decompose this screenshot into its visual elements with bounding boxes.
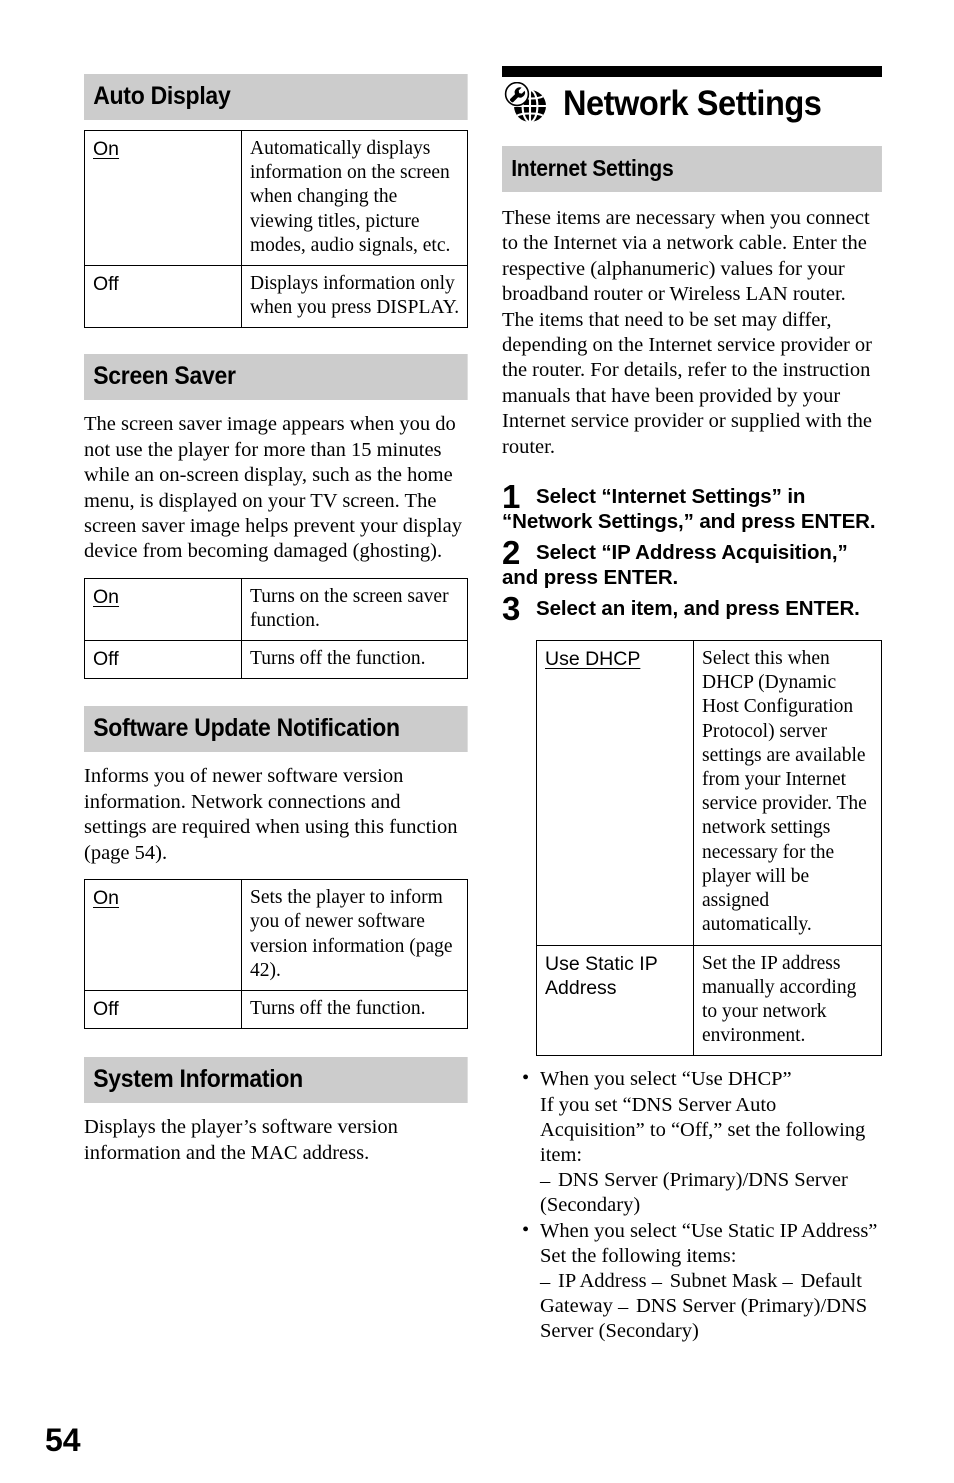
option-key: On bbox=[84, 129, 242, 267]
note-sub-item-text: IP Address bbox=[558, 1269, 647, 1292]
system-information-paragraph: Displays the player’s software version i… bbox=[84, 1116, 398, 1164]
option-value: Set the IP address manually according to… bbox=[693, 944, 882, 1057]
option-key: Use Static IP Address bbox=[536, 944, 694, 1057]
option-value: Sets the player to inform you of newer s… bbox=[241, 879, 468, 991]
step-number: 2 bbox=[502, 534, 521, 572]
note-sub-item: – Subnet Mask bbox=[651, 1269, 783, 1293]
option-key: On bbox=[84, 879, 242, 991]
option-value: Automatically displays information on th… bbox=[241, 129, 468, 267]
bullet-glyph: • bbox=[522, 1218, 530, 1241]
table-row: Use DHCP Select this when DHCP (Dynamic … bbox=[536, 640, 882, 946]
dash-glyph: – bbox=[540, 1170, 551, 1193]
table-row: Use Static IP Address Set the IP address… bbox=[536, 944, 882, 1057]
chapter-title: Network Settings bbox=[563, 83, 822, 123]
option-key: Use DHCP bbox=[536, 640, 694, 946]
page-number: 54 bbox=[45, 1422, 81, 1458]
globe-wrench-icon bbox=[502, 81, 554, 124]
table-row: Off Turns off the function. bbox=[84, 640, 468, 680]
section-auto-display: Auto Display On Automatically displays i… bbox=[84, 74, 469, 329]
section-heading-screen-saver: Screen Saver bbox=[84, 354, 469, 401]
chapter-title-block: Network Settings bbox=[502, 81, 882, 124]
option-value: Turns off the function. bbox=[241, 640, 468, 680]
dash-glyph: – bbox=[617, 1296, 629, 1319]
screen-saver-paragraph: The screen saver image appears when you … bbox=[84, 413, 462, 563]
table-row: On Turns on the screen saver function. bbox=[84, 577, 468, 642]
bullet-glyph: • bbox=[522, 1067, 530, 1090]
step-item: 1 Select “Internet Settings” in “Network… bbox=[502, 480, 882, 534]
auto-display-options-table: On Automatically displays information on… bbox=[84, 129, 468, 329]
section-heading-auto-display: Auto Display bbox=[84, 74, 469, 120]
note-sub-item-text: Subnet Mask bbox=[669, 1269, 778, 1292]
table-row: On Automatically displays information on… bbox=[84, 129, 468, 267]
notes-list: • When you select “Use DHCP” If you set … bbox=[522, 1067, 882, 1344]
note-body: Set the following items: bbox=[540, 1244, 737, 1267]
step-number: 3 bbox=[502, 590, 521, 628]
software-update-paragraph: Informs you of newer software version in… bbox=[84, 765, 458, 864]
note-sub-item: – DNS Server (Primary)/DNS Server (Secon… bbox=[540, 1169, 848, 1216]
ip-acquisition-options-table: Use DHCP Select this when DHCP (Dynamic … bbox=[536, 640, 882, 1057]
note-sub-item-text: DNS Server (Primary)/DNS Server (Seconda… bbox=[540, 1169, 848, 1217]
option-value: Displays information only when you press… bbox=[241, 265, 468, 329]
note-item: • When you select “Use Static IP Address… bbox=[522, 1219, 882, 1345]
dash-glyph: – bbox=[651, 1270, 663, 1293]
note-title: When you select “Use DHCP” bbox=[540, 1068, 792, 1091]
step-item: 3 Select an item, and press ENTER. bbox=[502, 592, 882, 630]
table-row: Off Displays information only when you p… bbox=[84, 265, 468, 329]
option-key: Off bbox=[84, 640, 242, 680]
step-text: Select an item, and press ENTER. bbox=[536, 597, 860, 621]
right-column: Network Settings Internet Settings These… bbox=[502, 66, 883, 1345]
option-key: Off bbox=[84, 265, 242, 329]
section-heading-software-update-notification: Software Update Notification bbox=[84, 706, 469, 753]
note-sub-item: – IP Address bbox=[540, 1269, 652, 1293]
dash-glyph: – bbox=[540, 1270, 551, 1293]
internet-settings-intro: These items are necessary when you conne… bbox=[502, 207, 873, 458]
screen-saver-options-table: On Turns on the screen saver function. O… bbox=[84, 577, 468, 680]
option-value: Turns off the function. bbox=[241, 989, 468, 1030]
step-text: Select “IP Address Acquisition,” and pre… bbox=[502, 541, 848, 590]
procedure-steps: 1 Select “Internet Settings” in “Network… bbox=[502, 480, 882, 630]
note-title: When you select “Use Static IP Address” bbox=[540, 1219, 878, 1242]
step-number: 1 bbox=[502, 478, 521, 516]
table-row: Off Turns off the function. bbox=[84, 989, 468, 1030]
note-item: • When you select “Use DHCP” If you set … bbox=[522, 1067, 882, 1218]
left-column: Auto Display On Automatically displays i… bbox=[84, 74, 469, 1179]
option-key: On bbox=[84, 577, 242, 642]
option-key: Off bbox=[84, 989, 242, 1030]
note-body: If you set “DNS Server Auto Acquisition”… bbox=[540, 1093, 866, 1166]
section-system-information: System Information Displays the player’s… bbox=[84, 1057, 469, 1166]
software-update-options-table: On Sets the player to inform you of newe… bbox=[84, 879, 468, 1030]
manual-page: Auto Display On Automatically displays i… bbox=[0, 0, 954, 1483]
dash-glyph: – bbox=[782, 1270, 793, 1293]
option-value: Turns on the screen saver function. bbox=[241, 577, 468, 642]
step-item: 2 Select “IP Address Acquisition,” and p… bbox=[502, 536, 882, 590]
section-software-update-notification: Software Update Notification Informs you… bbox=[84, 706, 469, 1030]
step-text: Select “Internet Settings” in “Network S… bbox=[502, 485, 876, 534]
option-value: Select this when DHCP (Dynamic Host Conf… bbox=[693, 640, 882, 946]
table-row: On Sets the player to inform you of newe… bbox=[84, 879, 468, 991]
section-heading-system-information: System Information bbox=[84, 1057, 469, 1104]
chapter-rule bbox=[502, 66, 882, 77]
section-screen-saver: Screen Saver The screen saver image appe… bbox=[84, 354, 469, 680]
section-heading-internet-settings: Internet Settings bbox=[502, 146, 883, 192]
